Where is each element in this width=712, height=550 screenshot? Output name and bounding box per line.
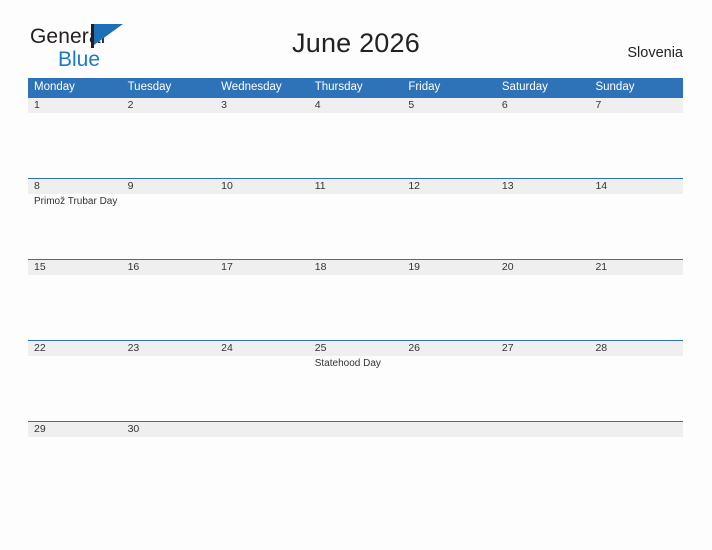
day-cell[interactable] [28,113,122,178]
day-content-band [28,437,683,447]
day-cell[interactable] [402,194,496,259]
day-number[interactable]: 13 [496,179,590,194]
day-number[interactable]: 9 [122,179,216,194]
day-cell[interactable] [589,437,683,447]
day-cell[interactable] [589,356,683,421]
day-cell[interactable] [496,194,590,259]
day-number[interactable]: 16 [122,260,216,275]
day-number[interactable] [496,422,590,437]
calendar-week-row: 22 23 24 25 26 27 28 Statehood Day [28,340,683,421]
day-number[interactable]: 12 [402,179,496,194]
day-content-band [28,113,683,178]
day-number[interactable] [402,422,496,437]
weekday-header-saturday: Saturday [501,81,548,93]
day-number[interactable]: 7 [589,98,683,113]
day-cell[interactable]: Primož Trubar Day [28,194,122,259]
day-number-band: 22 23 24 25 26 27 28 [28,340,683,356]
day-cell[interactable] [309,437,403,447]
day-cell[interactable] [309,113,403,178]
day-number[interactable]: 14 [589,179,683,194]
day-cell[interactable] [215,194,309,259]
day-number[interactable]: 15 [28,260,122,275]
day-cell[interactable] [402,437,496,447]
day-cell[interactable] [215,275,309,340]
day-number-band: 15 16 17 18 19 20 21 [28,259,683,275]
day-number[interactable]: 8 [28,179,122,194]
country-label: Slovenia [627,45,683,61]
weekday-header-sunday: Sunday [595,81,635,93]
day-event-text: Statehood Day [314,358,381,369]
day-cell[interactable] [496,437,590,447]
day-cell[interactable]: Statehood Day [309,356,403,421]
day-cell[interactable] [496,275,590,340]
day-cell[interactable] [402,356,496,421]
calendar-week-row: 29 30 [28,421,683,447]
day-number[interactable]: 3 [215,98,309,113]
day-cell[interactable] [215,113,309,178]
day-cell[interactable] [122,194,216,259]
day-cell[interactable] [122,356,216,421]
day-cell[interactable] [496,356,590,421]
day-number[interactable]: 28 [589,341,683,356]
day-number[interactable] [309,422,403,437]
day-number-band: 8 9 10 11 12 13 14 [28,178,683,194]
day-number[interactable]: 21 [589,260,683,275]
day-number[interactable]: 10 [215,179,309,194]
day-number[interactable]: 25 [309,341,403,356]
day-number-band: 29 30 [28,421,683,437]
weekday-header-thursday: Thursday [314,81,363,93]
day-content-band: Statehood Day [28,356,683,421]
day-number[interactable]: 23 [122,341,216,356]
calendar-week-row: 1 2 3 4 5 6 7 [28,97,683,178]
day-cell[interactable] [122,275,216,340]
day-number[interactable]: 26 [402,341,496,356]
day-number[interactable]: 5 [402,98,496,113]
day-event-text: Primož Trubar Day [34,196,118,207]
day-cell[interactable] [309,194,403,259]
calendar-grid: Monday Tuesday Wednesday Thursday Friday… [28,78,683,447]
day-number[interactable]: 19 [402,260,496,275]
day-number[interactable]: 2 [122,98,216,113]
day-number[interactable]: 27 [496,341,590,356]
day-number[interactable]: 1 [28,98,122,113]
day-number[interactable]: 17 [215,260,309,275]
day-cell[interactable] [589,275,683,340]
calendar-week-row: 15 16 17 18 19 20 21 [28,259,683,340]
page-header: General Blue June 2026 Slovenia [0,0,712,70]
weekday-header-friday: Friday [408,81,441,93]
day-number[interactable]: 30 [122,422,216,437]
day-cell[interactable] [402,113,496,178]
day-number[interactable]: 6 [496,98,590,113]
day-number[interactable]: 29 [28,422,122,437]
day-cell[interactable] [215,356,309,421]
day-cell[interactable] [402,275,496,340]
day-cell[interactable] [589,113,683,178]
weekday-header-row: Monday Tuesday Wednesday Thursday Friday… [28,78,683,97]
day-cell[interactable] [589,194,683,259]
day-number[interactable]: 24 [215,341,309,356]
day-cell[interactable] [215,437,309,447]
calendar-week-row: 8 9 10 11 12 13 14 Primož Trubar Day [28,178,683,259]
day-content-band [28,275,683,340]
day-cell[interactable] [28,437,122,447]
day-cell[interactable] [122,113,216,178]
day-cell[interactable] [28,356,122,421]
day-cell[interactable] [122,437,216,447]
weekday-header-monday: Monday [34,81,75,93]
day-number[interactable]: 11 [309,179,403,194]
day-content-band: Primož Trubar Day [28,194,683,259]
day-number[interactable] [589,422,683,437]
day-number[interactable] [215,422,309,437]
day-cell[interactable] [496,113,590,178]
day-cell[interactable] [28,275,122,340]
day-number[interactable]: 20 [496,260,590,275]
day-number[interactable]: 22 [28,341,122,356]
day-number[interactable]: 18 [309,260,403,275]
page-title: June 2026 [292,28,420,58]
day-number[interactable]: 4 [309,98,403,113]
weekday-header-tuesday: Tuesday [127,81,172,93]
weekday-header-wednesday: Wednesday [221,81,282,93]
day-number-band: 1 2 3 4 5 6 7 [28,97,683,113]
day-cell[interactable] [309,275,403,340]
